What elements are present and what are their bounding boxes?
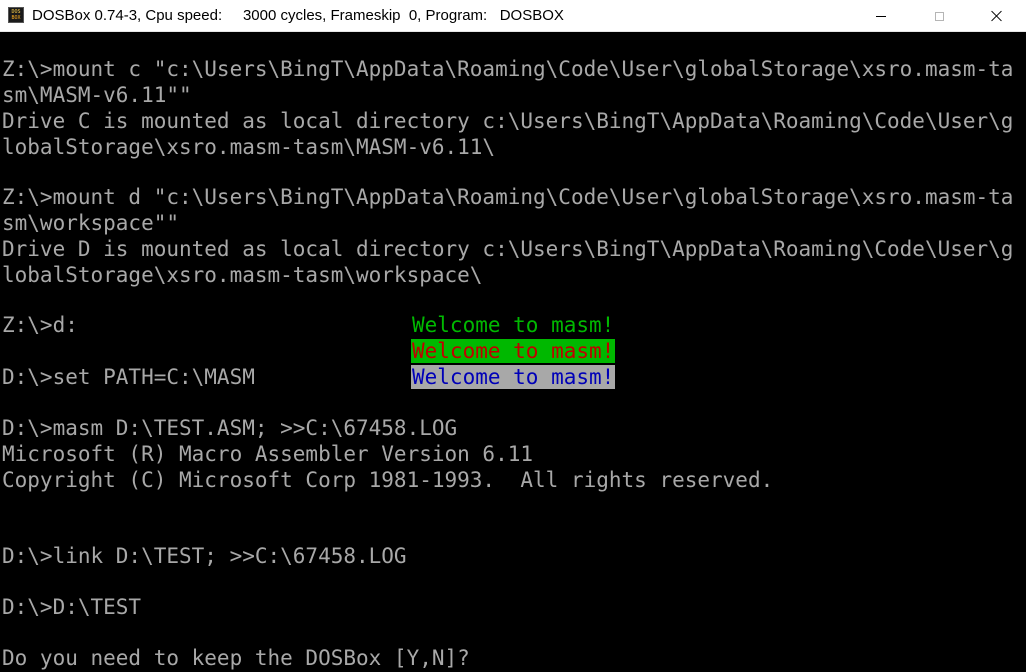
- console-line: sm\MASM-v6.11"": [2, 83, 192, 107]
- console-screen[interactable]: Z:\>mount c "c:\Users\BingT\AppData\Roam…: [0, 32, 1026, 672]
- dosbox-window: DOS BOX DOSBox 0.74-3, Cpu speed: 3000 c…: [0, 0, 1026, 672]
- console-line: Z:\>mount c "c:\Users\BingT\AppData\Roam…: [2, 57, 1014, 81]
- close-button[interactable]: [968, 0, 1026, 32]
- console-line: Microsoft (R) Macro Assembler Version 6.…: [2, 442, 534, 466]
- close-icon: [991, 10, 1003, 22]
- console-line: lobalStorage\xsro.masm-tasm\workspace\: [2, 263, 483, 287]
- console-line: lobalStorage\xsro.masm-tasm\MASM-v6.11\: [2, 135, 496, 159]
- app-icon-line-2: BOX: [11, 15, 21, 21]
- console-line: Copyright (C) Microsoft Corp 1981-1993. …: [2, 468, 774, 492]
- console-line: sm\workspace"": [2, 211, 180, 235]
- minimize-button[interactable]: [852, 0, 910, 32]
- console-line: D:\>set PATH=C:\MASM: [2, 365, 255, 389]
- console-line: D:\>masm D:\TEST.ASM; >>C:\67458.LOG: [2, 416, 458, 440]
- console-line: Do you need to keep the DOSBox [Y,N]?: [2, 646, 470, 670]
- console-line: Z:\>mount d "c:\Users\BingT\AppData\Roam…: [2, 185, 1014, 209]
- console-line: D:\>D:\TEST: [2, 595, 142, 619]
- console-line: Z:\>d:: [2, 313, 78, 337]
- welcome-message: Welcome to masm!: [411, 313, 616, 337]
- minimize-icon: [876, 15, 886, 17]
- console-line: D:\>link D:\TEST; >>C:\67458.LOG: [2, 544, 407, 568]
- title-bar[interactable]: DOS BOX DOSBox 0.74-3, Cpu speed: 3000 c…: [0, 0, 1026, 32]
- welcome-message: Welcome to masm!: [411, 339, 616, 363]
- console-line: Drive D is mounted as local directory c:…: [2, 237, 1014, 261]
- window-title: DOSBox 0.74-3, Cpu speed: 3000 cycles, F…: [32, 7, 564, 24]
- welcome-message: Welcome to masm!: [411, 365, 616, 389]
- maximize-icon: [934, 11, 944, 21]
- dosbox-app-icon[interactable]: DOS BOX: [8, 7, 24, 23]
- console-line: Drive C is mounted as local directory c:…: [2, 109, 1014, 133]
- maximize-button[interactable]: [910, 0, 968, 32]
